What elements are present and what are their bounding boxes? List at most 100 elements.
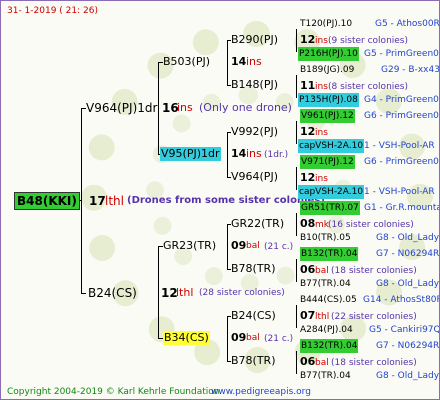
gen3-mating: ins [315,82,328,92]
connector [296,29,297,52]
gen4-tag: G8 - Old_Lady [376,279,440,289]
gen4-tag: G8 - Old_Lady [376,371,440,381]
connector [296,167,297,190]
gen2-note: (21 c.) [264,334,294,344]
gen3-number: 06 [300,355,316,368]
gen4-queen[interactable]: B77(TR).04 [300,277,351,291]
gen3-number: 08 [300,217,316,230]
gen3-number: 07 [300,309,316,322]
gen1-mating: ins [177,101,193,114]
gen3-number: 12 [300,33,316,46]
gen4-queen[interactable]: T120(PJ).10 [300,17,352,31]
connector [296,213,297,236]
gen3-queen[interactable]: V992(PJ) [231,125,278,139]
gen2-number: 14 [231,147,247,160]
gen3-number: 12 [300,171,316,184]
gen4-queen[interactable]: V971(PJ).12 [300,155,355,169]
gen4-tag: G7 - N06294R [376,341,440,351]
gen3-queen[interactable]: B24(CS) [231,309,276,323]
gen1-queen[interactable]: B24(CS) [88,286,137,300]
pedigree-frame: 31- 1-2019 ( 21: 26) B48(KKI) 17 lthl (D… [0,0,440,400]
gen4-queen[interactable]: capVSH-2A.10 [298,185,365,199]
gen1-mating: lthl [176,286,194,299]
connector [158,246,159,339]
gen1-note: (Only one drone) [199,101,292,114]
gen2-mating: ins [246,147,262,160]
gen3-mating: ins [315,174,328,184]
gen3-queen[interactable]: V964(PJ) [231,170,278,184]
gen3-note: (18 sister colonies) [331,266,417,276]
gen3-number: 11 [300,79,316,92]
gen3-note: (18 sister colonies) [331,358,417,368]
gen4-queen[interactable]: GR51(TR).07 [300,201,360,215]
gen4-queen[interactable]: B77(TR).04 [300,369,351,383]
copyright-text: Copyright 2004-2019 © Karl Kehrle Founda… [7,387,220,397]
gen3-mating: lthl [315,312,330,322]
gen4-queen[interactable]: B10(TR).05 [300,231,351,245]
gen2-queen[interactable]: B34(CS) [163,331,210,345]
gen3-queen[interactable]: B78(TR) [231,262,276,276]
gen3-queen[interactable]: B290(PJ) [231,33,278,47]
gen4-tag: G5 - Cankiri97Q [369,325,440,335]
gen4-tag: 1 - VSH-Pool-AR [364,187,435,197]
gen4-tag: G29 - B-xx43 [381,65,440,75]
connector [227,132,228,178]
connector [296,259,297,282]
gen4-queen[interactable]: P216H(PJ).10 [298,47,359,61]
gen3-queen[interactable]: B78(TR) [231,354,276,368]
connector [296,305,297,328]
gen3-note: (9 sister colonies) [328,36,409,46]
gen2-note: (21 c.) [264,242,294,252]
gen4-tag: G7 - N06294R [376,249,440,259]
gen4-queen[interactable]: B132(TR).04 [300,339,359,353]
connector [81,108,82,294]
date-stamp: 31- 1-2019 ( 21: 26) [7,6,98,16]
root-note: (Drones from some sister colonies) [127,195,325,206]
gen4-tag: G6 - PrimGreen00 [364,111,440,121]
gen2-number: 09 [231,331,247,344]
gen4-tag: G8 - Old_Lady [376,233,440,243]
gen3-mating: mk [315,220,329,230]
gen2-number: 09 [231,239,247,252]
site-link[interactable]: www.pedigreeapis.org [211,385,311,399]
gen4-queen[interactable]: A284(PJ).04 [300,323,353,337]
gen1-queen[interactable]: V964(PJ)1dr [86,101,157,115]
connector [296,121,297,144]
gen4-queen[interactable]: V961(PJ).12 [300,109,355,123]
gen3-note: (16 sister colonies) [328,220,414,230]
connector [81,293,86,294]
gen2-mating: bal [246,241,260,251]
connector [227,316,228,362]
gen2-number: 14 [231,55,247,68]
gen4-queen[interactable]: B444(CS).05 [300,293,357,307]
gen3-mating: ins [315,128,328,138]
gen3-note: (8 sister colonies) [328,82,409,92]
gen1-note: (28 sister colonies) [199,288,285,298]
gen4-tag: G4 - PrimGreen00 [364,95,440,105]
gen4-queen[interactable]: P135H(PJ).08 [298,93,359,107]
gen2-queen[interactable]: GR23(TR) [163,239,216,253]
root-queen[interactable]: B48(KKI) [14,192,80,210]
gen3-queen[interactable]: B148(PJ) [231,78,278,92]
gen4-queen[interactable]: B189(JG).09 [300,63,354,77]
gen3-note: (22 sister colonies) [331,312,417,322]
gen2-mating: bal [246,333,260,343]
connector [158,62,159,155]
gen3-mating: bal [315,358,329,368]
gen4-queen[interactable]: B132(TR).04 [300,247,359,261]
connector [296,351,297,374]
gen4-tag: G5 - PrimGreen00 [364,49,440,59]
connector [296,75,297,98]
gen4-tag: 1 - VSH-Pool-AR [364,141,435,151]
connector [227,224,228,270]
gen3-number: 06 [300,263,316,276]
gen4-queen[interactable]: capVSH-2A.10 [298,139,365,153]
gen2-queen[interactable]: V95(PJ)1dr [160,147,221,161]
root-mating: lthl [105,194,124,208]
root-number: 17 [89,194,106,208]
gen3-queen[interactable]: GR22(TR) [231,217,284,231]
gen4-tag: G1 - Gr.R.mounta [364,203,440,213]
gen2-mating: ins [246,55,262,68]
connector [227,40,228,86]
gen2-queen[interactable]: B503(PJ) [163,55,210,69]
